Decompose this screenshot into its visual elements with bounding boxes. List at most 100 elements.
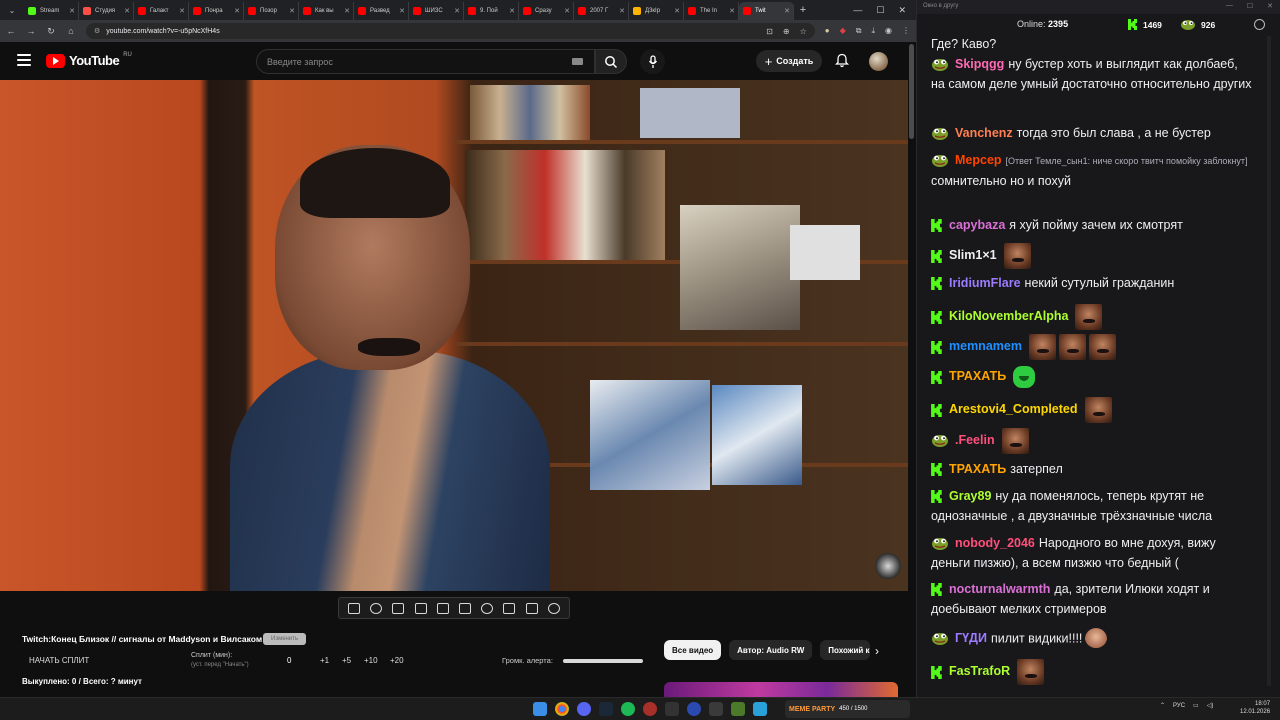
tab-close-icon[interactable]: ✕	[784, 7, 790, 15]
browser-tab[interactable]: Галакт ✕	[134, 2, 189, 20]
tab-close-icon[interactable]: ✕	[399, 7, 405, 15]
install-icon[interactable]: ⊡	[766, 27, 773, 36]
tab-close-icon[interactable]: ✕	[454, 7, 460, 15]
hamburger-menu-icon[interactable]	[17, 54, 31, 66]
extensions-puzzle-icon[interactable]: ⧉	[856, 26, 862, 36]
tab-close-icon[interactable]: ✕	[69, 7, 75, 15]
alert-volume-slider[interactable]	[563, 659, 643, 663]
app-green-icon[interactable]	[731, 702, 745, 716]
chat-username[interactable]: ТРАХАТЬ	[949, 462, 1006, 476]
browser-tab[interactable]: Студия ✕	[79, 2, 134, 20]
reload-icon[interactable]: ↻	[46, 26, 56, 37]
browser-tab[interactable]: The In ✕	[684, 2, 739, 20]
system-clock[interactable]: 18:07 12.01.2026	[1240, 700, 1270, 716]
add-clip-icon[interactable]	[503, 602, 516, 614]
chat-settings-icon[interactable]	[1254, 19, 1265, 30]
tray-chevron-icon[interactable]: ⌃	[1160, 702, 1165, 709]
chat-username[interactable]: ТРАХАТЬ	[949, 369, 1006, 383]
maximize-icon[interactable]: ☐	[876, 5, 884, 16]
tab-close-icon[interactable]: ✕	[344, 7, 350, 15]
volume-icon[interactable]: ◁)	[1207, 702, 1214, 709]
tab-close-icon[interactable]: ✕	[124, 7, 130, 15]
browser-tab[interactable]: Как вы ✕	[299, 2, 354, 20]
split-add-5-button[interactable]: +5	[342, 656, 351, 665]
chat-username[interactable]: memnamem	[949, 339, 1022, 353]
app-dark-icon[interactable]	[665, 702, 679, 716]
chat-username[interactable]: Skipqgg	[955, 57, 1004, 71]
start-windows-icon[interactable]	[533, 702, 547, 716]
chat-username[interactable]: Vanchenz	[955, 126, 1013, 140]
search-input[interactable]: Введите запрос	[256, 49, 595, 74]
minimize-icon[interactable]: —	[853, 5, 862, 16]
youtube-logo[interactable]: YouTube RU	[46, 52, 132, 68]
chat-username[interactable]: Gray89	[949, 489, 991, 503]
browser-tab[interactable]: Позор ✕	[244, 2, 299, 20]
tab-close-icon[interactable]: ✕	[289, 7, 295, 15]
browser-tab[interactable]: Д3кІр ✕	[629, 2, 684, 20]
browser-tab[interactable]: Сразу ✕	[519, 2, 574, 20]
playlist-icon[interactable]	[392, 602, 405, 614]
chip-author[interactable]: Автор: Audio RW	[729, 640, 813, 660]
broadcast-icon[interactable]	[370, 602, 383, 614]
split-add-1-button[interactable]: +1	[320, 656, 329, 665]
chat-username[interactable]: ГҮДИ	[955, 631, 987, 645]
channel-watermark-avatar[interactable]	[875, 553, 901, 579]
chat-minimize-icon[interactable]: —	[1226, 2, 1233, 10]
split-add-20-button[interactable]: +20	[390, 656, 404, 665]
screenshot-icon[interactable]	[525, 602, 538, 614]
display-icon[interactable]: ▭	[1193, 702, 1199, 709]
chat-username[interactable]: Slim1×1	[949, 248, 997, 262]
tab-close-icon[interactable]: ✕	[179, 7, 185, 15]
clapperboard-icon[interactable]	[414, 602, 427, 614]
profile-icon[interactable]: ◉	[885, 26, 892, 36]
start-split-button[interactable]: НАЧАТЬ СПЛИТ	[29, 656, 89, 665]
page-scrollbar[interactable]	[909, 44, 914, 139]
picture-icon[interactable]	[436, 602, 449, 614]
chat-username[interactable]: KiloNovemberAlpha	[949, 309, 1068, 323]
spotify-icon[interactable]	[621, 702, 635, 716]
chat-username[interactable]: nocturnalwarmth	[949, 582, 1050, 596]
chat-username[interactable]: capybaza	[949, 218, 1005, 232]
steam-icon[interactable]	[599, 702, 613, 716]
edit-pill-button[interactable]: Изменить	[263, 633, 307, 645]
site-info-icon[interactable]: ⚙	[94, 27, 100, 35]
chip-all-videos[interactable]: Все видео	[664, 640, 722, 660]
tab-close-icon[interactable]: ✕	[619, 7, 625, 15]
app-red-icon[interactable]	[643, 702, 657, 716]
chips-next-chevron-icon[interactable]: ›	[875, 644, 879, 658]
browser-tab[interactable]: Развед ✕	[354, 2, 409, 20]
language-indicator[interactable]: РУС	[1173, 703, 1185, 709]
meme-party-widget[interactable]: MEME PARTY 450 / 1500	[785, 700, 910, 718]
new-tab-button[interactable]: +	[794, 4, 812, 16]
chip-similar[interactable]: Похожий к	[820, 640, 871, 660]
chat-username[interactable]: FasTrafoR	[949, 664, 1010, 678]
browser-tab[interactable]: ШИЗС ✕	[409, 2, 464, 20]
browser-tab[interactable]: 9. Пой ✕	[464, 2, 519, 20]
browser-tab[interactable]: Twit ✕	[739, 2, 794, 20]
speed-icon[interactable]	[481, 602, 494, 614]
tab-close-icon[interactable]: ✕	[564, 7, 570, 15]
chat-username[interactable]: nobody_2046	[955, 536, 1035, 550]
obs-icon[interactable]	[709, 702, 723, 716]
browser-tab[interactable]: Stream ✕	[24, 2, 79, 20]
url-field[interactable]: ⚙ youtube.com/watch?v=-u5pNcXfH4s ⊡ ⊕ ☆	[86, 23, 815, 39]
home-icon[interactable]: ⌂	[66, 26, 76, 36]
loop-icon[interactable]	[348, 602, 361, 614]
chat-username[interactable]: IridiumFlare	[949, 276, 1021, 290]
keyboard-icon[interactable]	[572, 58, 583, 65]
tab-close-icon[interactable]: ✕	[674, 7, 680, 15]
account-avatar[interactable]	[869, 52, 888, 71]
related-video-thumbnail[interactable]	[664, 682, 898, 697]
chrome-icon[interactable]	[555, 702, 569, 716]
search-button[interactable]	[595, 49, 627, 74]
chat-maximize-icon[interactable]: ☐	[1247, 2, 1253, 10]
media-player-icon[interactable]	[687, 702, 701, 716]
tab-close-icon[interactable]: ✕	[234, 7, 240, 15]
chat-scrollbar[interactable]	[1267, 36, 1271, 686]
browser-tab[interactable]: Понра ✕	[189, 2, 244, 20]
extension-dot-icon[interactable]: ●	[825, 26, 830, 36]
notifications-bell-icon[interactable]	[834, 53, 850, 73]
browser-menu-icon[interactable]: ⋮	[902, 26, 910, 36]
settings-gear-icon[interactable]	[547, 602, 560, 614]
extension-red-icon[interactable]: ◆	[840, 26, 846, 36]
